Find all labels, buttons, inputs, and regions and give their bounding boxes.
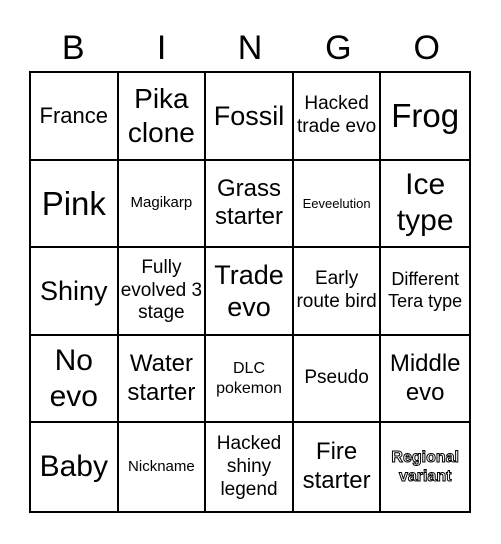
- bingo-cell[interactable]: Shiny: [31, 248, 119, 336]
- bingo-cell-label: Fossil: [213, 100, 285, 131]
- bingo-cell[interactable]: Hacked shiny legend: [206, 423, 294, 511]
- bingo-cell[interactable]: Magikarp: [118, 160, 207, 249]
- bingo-cell-label: Middle evo: [389, 349, 461, 406]
- bingo-cell-label: Pseudo: [304, 367, 369, 389]
- bingo-cell[interactable]: Early route bird: [293, 248, 382, 336]
- bingo-cell-label: Water starter: [127, 349, 196, 406]
- bingo-cell[interactable]: DLC pokemon: [206, 335, 294, 424]
- bingo-cell-label: Nickname: [128, 458, 195, 476]
- bingo-cell[interactable]: Fully evolved 3 stage: [118, 248, 207, 336]
- bingo-cell-label: Eeveelution: [302, 195, 371, 211]
- bingo-cell[interactable]: Different Tera type: [381, 248, 469, 336]
- header-letter-g: G: [325, 29, 352, 67]
- bingo-cell-label: Regional variant: [391, 448, 460, 486]
- bingo-cell[interactable]: Baby: [31, 423, 119, 511]
- bingo-cell-label: Fire starter: [302, 438, 371, 495]
- header-letter-i: I: [156, 29, 167, 67]
- bingo-cell-label: Fully evolved 3 stage: [120, 256, 203, 324]
- bingo-cell[interactable]: Frog: [381, 73, 469, 161]
- bingo-cell[interactable]: France: [31, 73, 119, 161]
- bingo-cell[interactable]: Ice type: [381, 161, 469, 249]
- bingo-cell[interactable]: Fire starter: [294, 423, 382, 511]
- bingo-cell-label: Early route bird: [296, 268, 377, 312]
- bingo-cell-label: Grass starter: [214, 174, 283, 231]
- bingo-cell[interactable]: Fossil: [206, 73, 294, 161]
- bingo-cell[interactable]: Pink: [31, 160, 119, 249]
- bingo-cell-label: Hacked trade evo: [296, 93, 377, 137]
- bingo-cell[interactable]: Nickname: [119, 423, 207, 511]
- bingo-grid: France Pika clone Fossil Hacked trade evo Fr…: [29, 71, 471, 513]
- bingo-cell-label: Shiny: [40, 275, 108, 306]
- bingo-cell-label: Ice type: [396, 168, 454, 238]
- bingo-cell[interactable]: Hacked trade evo: [293, 73, 382, 161]
- bingo-cell-label: Different Tera type: [388, 269, 463, 311]
- bingo-cell-label: No evo: [49, 343, 98, 413]
- bingo-cell-label: Baby: [39, 450, 108, 484]
- bingo-cell[interactable]: Pika clone: [118, 73, 207, 161]
- bingo-cell-label: Frog: [391, 97, 460, 134]
- header-letter-o: O: [413, 29, 440, 67]
- header-letter-b: B: [61, 29, 85, 67]
- bingo-header: B I N G O: [29, 26, 471, 70]
- bingo-cell[interactable]: Regional variant: [381, 423, 469, 511]
- bingo-cell-label: Pika clone: [127, 83, 195, 148]
- bingo-cell-label: DLC pokemon: [216, 360, 282, 397]
- bingo-cell[interactable]: Middle evo: [381, 336, 469, 424]
- bingo-cell[interactable]: Water starter: [118, 335, 207, 424]
- bingo-cell-label: Hacked shiny legend: [216, 432, 282, 500]
- bingo-cell-label: France: [39, 102, 109, 128]
- bingo-cell[interactable]: Eeveelution: [293, 160, 382, 249]
- bingo-cell-label: Pink: [41, 184, 106, 222]
- bingo-cell-label: Magikarp: [130, 194, 193, 212]
- bingo-cell[interactable]: Pseudo: [293, 335, 382, 424]
- header-letter-n: N: [237, 29, 263, 67]
- bingo-cell[interactable]: No evo: [31, 335, 119, 424]
- bingo-cell[interactable]: Trade evo: [206, 248, 294, 336]
- bingo-cell-label: Trade evo: [214, 259, 284, 322]
- bingo-cell[interactable]: Grass starter: [206, 160, 294, 249]
